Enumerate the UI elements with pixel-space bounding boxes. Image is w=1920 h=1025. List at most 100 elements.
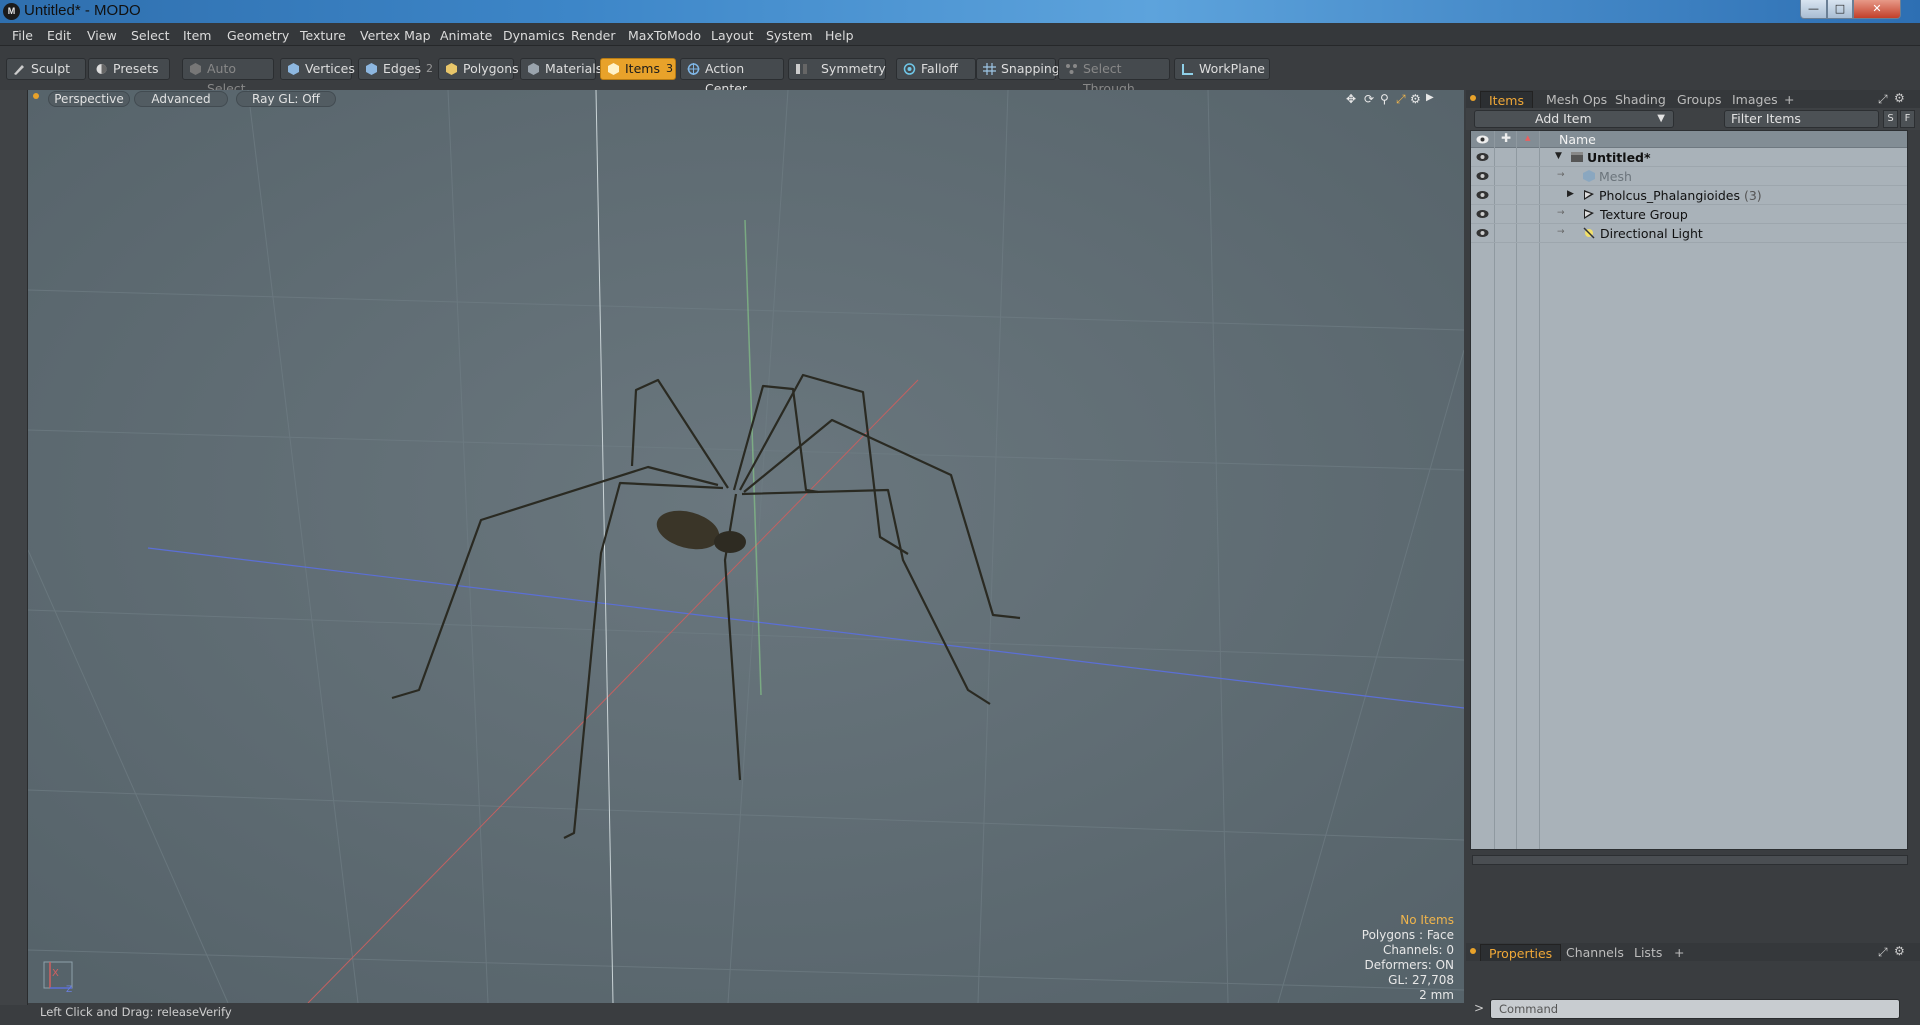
- properties-settings-icon[interactable]: ⚙: [1894, 944, 1905, 958]
- tree-row-mesh[interactable]: → Mesh: [1471, 167, 1907, 186]
- properties-menu-dot-icon[interactable]: [1470, 948, 1476, 954]
- command-input[interactable]: Command: [1490, 999, 1900, 1019]
- tab-mesh-ops[interactable]: Mesh Ops: [1538, 91, 1615, 108]
- perspective-tab[interactable]: Perspective: [48, 91, 130, 107]
- ray-gl-tab[interactable]: Ray GL: Off: [236, 91, 336, 107]
- chevron-down-icon: ▼: [1657, 113, 1665, 124]
- menu-geometry[interactable]: Geometry: [227, 28, 289, 43]
- close-button[interactable]: ✕: [1853, 0, 1901, 19]
- tab-groups[interactable]: Groups: [1669, 91, 1730, 108]
- menu-vertex-map[interactable]: Vertex Map: [360, 28, 431, 43]
- viewport-expand-icon[interactable]: ▶: [1426, 92, 1434, 103]
- menu-dynamics[interactable]: Dynamics: [503, 28, 565, 43]
- maximize-button[interactable]: □: [1827, 0, 1853, 19]
- add-properties-tab-button[interactable]: +: [1666, 944, 1692, 961]
- tree-row-texture-group[interactable]: → Texture Group: [1471, 205, 1907, 224]
- zoom-view-icon[interactable]: ⚲: [1380, 92, 1389, 106]
- menu-help[interactable]: Help: [825, 28, 854, 43]
- presets-button[interactable]: Presets: [88, 58, 170, 80]
- edges-icon: [366, 63, 377, 75]
- menu-edit[interactable]: Edit: [47, 28, 71, 43]
- eye-icon[interactable]: [1476, 189, 1489, 201]
- rotate-view-icon[interactable]: ⟳: [1364, 92, 1374, 106]
- tree-label: Directional Light: [1600, 226, 1703, 241]
- items-panel-tabs: Items Mesh Ops Shading Groups Images + ⤢…: [1466, 90, 1920, 109]
- expand-arrow-icon[interactable]: ▼: [1555, 151, 1562, 161]
- toolbar: Sculpt Presets Auto Select Vertices Edge…: [0, 46, 1920, 96]
- command-prompt: >: [1474, 1001, 1485, 1015]
- edges-button[interactable]: Edges 2: [358, 58, 433, 80]
- menu-system[interactable]: System: [766, 28, 813, 43]
- edges-count: 2: [426, 62, 433, 75]
- menu-file[interactable]: File: [12, 28, 33, 43]
- polygons-label: Polygons: [463, 61, 519, 76]
- eye-icon[interactable]: [1476, 227, 1489, 239]
- view-settings-icon[interactable]: ⚙: [1410, 92, 1421, 106]
- select-through-button[interactable]: Select Through: [1058, 58, 1170, 96]
- viewport-menu-dot-icon[interactable]: [33, 93, 39, 99]
- eye-icon[interactable]: [1476, 151, 1489, 163]
- filter-s-button[interactable]: S: [1883, 110, 1898, 128]
- add-tab-button[interactable]: +: [1776, 91, 1802, 108]
- name-column-header[interactable]: Name: [1559, 132, 1596, 147]
- properties-expand-icon[interactable]: ⤢: [1878, 945, 1888, 960]
- advanced-tab[interactable]: Advanced: [134, 91, 228, 107]
- filter-f-button[interactable]: F: [1900, 110, 1915, 128]
- panel-settings-icon[interactable]: ⚙: [1894, 91, 1905, 105]
- properties-area: > Command: [1466, 961, 1920, 1025]
- items-button[interactable]: Items 3: [600, 58, 676, 80]
- menu-item[interactable]: Item: [183, 28, 211, 43]
- tree-branch-icon: →: [1557, 208, 1565, 218]
- menu-texture[interactable]: Texture: [300, 28, 346, 43]
- hud-selection: No Items: [1400, 913, 1454, 927]
- tab-properties[interactable]: Properties: [1480, 944, 1562, 962]
- tree-row-untitled[interactable]: ▼ Untitled*: [1471, 148, 1907, 167]
- menu-view[interactable]: View: [87, 28, 117, 43]
- presets-label: Presets: [113, 61, 159, 76]
- expand-arrow-icon[interactable]: ▶: [1567, 189, 1574, 199]
- add-item-dropdown[interactable]: Add Item ▼: [1474, 110, 1674, 128]
- workplane-button[interactable]: WorkPlane: [1174, 58, 1270, 80]
- materials-button[interactable]: Materials: [520, 58, 602, 80]
- tab-lists[interactable]: Lists: [1626, 944, 1670, 961]
- lock-column-icon[interactable]: ✚: [1501, 131, 1511, 145]
- polygons-button[interactable]: Polygons: [438, 58, 519, 80]
- snapping-button[interactable]: Snapping: [976, 58, 1060, 80]
- 3d-viewport[interactable]: X Z Perspective Advanced Ray GL: Off ✥ ⟳…: [28, 90, 1464, 1003]
- action-center-button[interactable]: Action Center: [680, 58, 784, 96]
- item-list-scrollbar[interactable]: [1472, 855, 1908, 865]
- materials-label: Materials: [545, 61, 603, 76]
- visibility-column-icon[interactable]: [1476, 134, 1489, 145]
- vertices-button[interactable]: Vertices: [280, 58, 355, 80]
- menu-render[interactable]: Render: [571, 28, 616, 43]
- move-view-icon[interactable]: ✥: [1346, 92, 1356, 106]
- menu-select[interactable]: Select: [131, 28, 170, 43]
- menu-layout[interactable]: Layout: [711, 28, 754, 43]
- menu-maxtomodo[interactable]: MaxToModo: [628, 28, 701, 43]
- tab-channels[interactable]: Channels: [1558, 944, 1632, 961]
- eye-icon[interactable]: [1476, 170, 1489, 182]
- fit-view-icon[interactable]: ⤢: [1396, 92, 1406, 107]
- group-icon: [1584, 209, 1594, 219]
- panel-expand-icon[interactable]: ⤢: [1878, 92, 1888, 107]
- falloff-icon: [903, 63, 916, 75]
- spider-head: [714, 531, 746, 553]
- select-through-icon: [1066, 64, 1077, 74]
- tree-row-pholcus[interactable]: ▶ Pholcus_Phalangioides (3): [1471, 186, 1907, 205]
- viewport-scene: X Z: [28, 90, 1464, 1003]
- filter-items-input[interactable]: Filter Items: [1724, 110, 1879, 128]
- render-column-icon[interactable]: ▴: [1525, 131, 1531, 144]
- panel-menu-dot-icon[interactable]: [1470, 95, 1476, 101]
- tab-shading[interactable]: Shading: [1607, 91, 1674, 108]
- auto-select-button[interactable]: Auto Select: [182, 58, 274, 96]
- tab-items[interactable]: Items: [1480, 91, 1533, 109]
- eye-icon[interactable]: [1476, 208, 1489, 220]
- tree-row-directional-light[interactable]: → Directional Light: [1471, 224, 1907, 243]
- minimize-button[interactable]: —: [1800, 0, 1827, 19]
- sculpt-button[interactable]: Sculpt: [6, 58, 86, 80]
- tree-label: Mesh: [1599, 169, 1632, 184]
- symmetry-button[interactable]: Symmetry: [788, 58, 886, 80]
- cube-icon: [190, 63, 201, 75]
- menu-animate[interactable]: Animate: [440, 28, 492, 43]
- falloff-button[interactable]: Falloff: [896, 58, 976, 80]
